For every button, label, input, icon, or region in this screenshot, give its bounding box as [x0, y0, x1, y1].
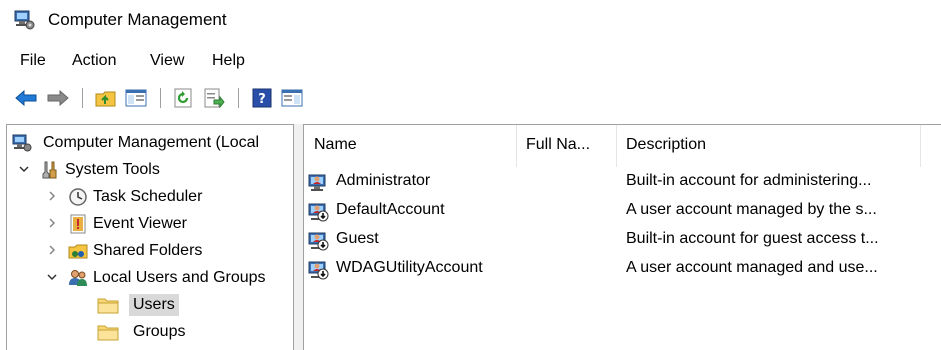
- folder-icon: [97, 321, 119, 343]
- shared-folder-icon: [67, 240, 89, 262]
- toolbar-separator: [238, 88, 239, 108]
- tree-label: Shared Folders: [93, 241, 203, 259]
- menu-action[interactable]: Action: [72, 48, 116, 74]
- show-hide-action-pane-icon[interactable]: [280, 86, 304, 110]
- chevron-right-icon[interactable]: [45, 243, 59, 257]
- export-list-icon[interactable]: [202, 86, 226, 110]
- user-description: Built-in account for administering...: [626, 172, 872, 189]
- tree-item-shared-folders[interactable]: Shared Folders: [7, 237, 293, 264]
- menu-file[interactable]: File: [20, 48, 46, 74]
- computer-management-icon: [11, 132, 33, 154]
- up-folder-icon[interactable]: [94, 86, 118, 110]
- toolbar-separator: [82, 88, 83, 108]
- disabled-user-icon: [306, 257, 330, 281]
- toolbar-separator: [160, 88, 161, 108]
- computer-management-icon: [13, 10, 35, 30]
- forward-arrow-icon[interactable]: [46, 86, 70, 110]
- menu-view[interactable]: View: [150, 48, 184, 74]
- list-item[interactable]: Guest Built-in account for guest access …: [304, 225, 941, 254]
- refresh-icon[interactable]: [172, 86, 196, 110]
- tree-label: Groups: [133, 322, 186, 340]
- user-name: WDAGUtilityAccount: [336, 259, 483, 276]
- column-header-full-name[interactable]: Full Na...: [526, 133, 590, 157]
- window-title: Computer Management: [48, 10, 227, 29]
- tree-label: Local Users and Groups: [93, 268, 266, 286]
- help-icon[interactable]: ?: [250, 86, 274, 110]
- back-arrow-icon[interactable]: [14, 86, 38, 110]
- menu-bar: File Action View Help: [0, 48, 941, 74]
- users-list-view[interactable]: Name Full Na... Description Administrato…: [304, 124, 941, 350]
- folder-icon: [97, 294, 119, 316]
- pane-splitter[interactable]: [293, 124, 304, 350]
- user-name: Guest: [336, 230, 379, 247]
- clock-icon: [67, 186, 89, 208]
- console-tree[interactable]: Computer Management (Local System Tools …: [6, 124, 293, 350]
- chevron-down-icon[interactable]: [45, 270, 59, 284]
- tree-label: Computer Management (Local: [43, 133, 260, 151]
- tools-icon: [39, 159, 61, 181]
- list-item[interactable]: DefaultAccount A user account managed by…: [304, 196, 941, 225]
- list-item[interactable]: WDAGUtilityAccount A user account manage…: [304, 254, 941, 283]
- tree-item-event-viewer[interactable]: Event Viewer: [7, 210, 293, 237]
- tree-item-local-users-and-groups[interactable]: Local Users and Groups: [7, 264, 293, 291]
- column-divider[interactable]: [616, 125, 617, 167]
- tree-label: Task Scheduler: [93, 187, 203, 205]
- user-name: Administrator: [336, 172, 431, 189]
- tree-item-users[interactable]: Users: [7, 291, 293, 318]
- tree-label: Users: [129, 293, 179, 316]
- users-group-icon: [67, 267, 89, 289]
- tree-label: System Tools: [65, 160, 160, 178]
- tree-item-groups[interactable]: Groups: [7, 318, 293, 345]
- chevron-down-icon[interactable]: [17, 162, 31, 176]
- chevron-right-icon[interactable]: [45, 216, 59, 230]
- user-icon: [306, 170, 330, 194]
- user-name: DefaultAccount: [336, 201, 445, 218]
- tree-item-computer-management[interactable]: Computer Management (Local: [7, 129, 293, 156]
- chevron-right-icon[interactable]: [45, 189, 59, 203]
- menu-help[interactable]: Help: [212, 48, 245, 74]
- title-bar: Computer Management: [0, 0, 941, 40]
- column-divider[interactable]: [920, 125, 921, 167]
- list-item[interactable]: Administrator Built-in account for admin…: [304, 167, 941, 196]
- toolbar: ?: [0, 82, 941, 114]
- show-hide-console-tree-icon[interactable]: [124, 86, 148, 110]
- tree-item-task-scheduler[interactable]: Task Scheduler: [7, 183, 293, 210]
- tree-label: Event Viewer: [93, 214, 187, 232]
- user-description: Built-in account for guest access t...: [626, 230, 879, 247]
- disabled-user-icon: [306, 199, 330, 223]
- event-viewer-icon: [67, 213, 89, 235]
- column-header-name[interactable]: Name: [314, 133, 357, 157]
- svg-text:?: ?: [258, 92, 266, 107]
- disabled-user-icon: [306, 228, 330, 252]
- column-header-description[interactable]: Description: [626, 133, 706, 157]
- user-description: A user account managed and use...: [626, 259, 878, 276]
- user-description: A user account managed by the s...: [626, 201, 877, 218]
- column-divider[interactable]: [516, 125, 517, 167]
- tree-item-system-tools[interactable]: System Tools: [7, 156, 293, 183]
